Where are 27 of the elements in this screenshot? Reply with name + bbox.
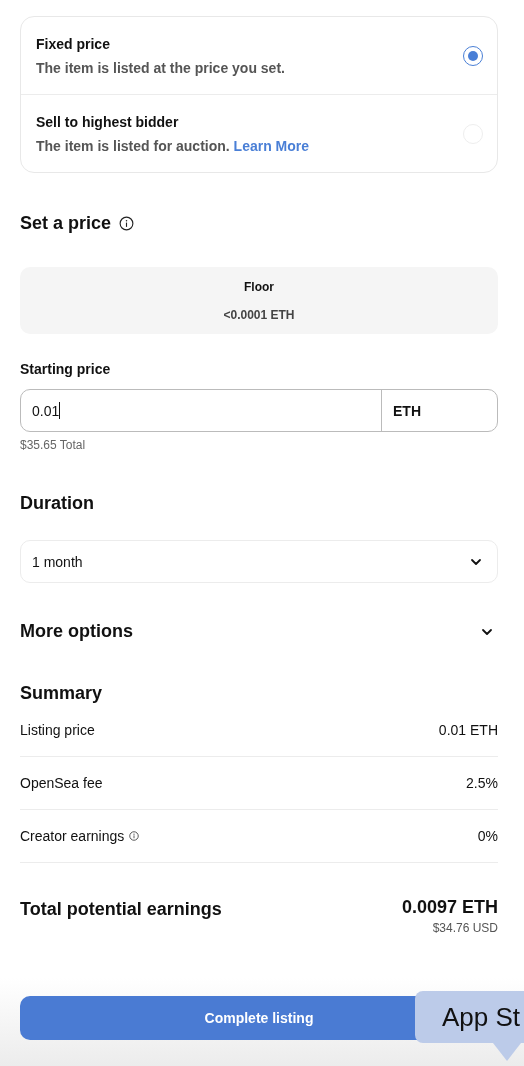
summary-value: 0% [477, 828, 498, 844]
option-description: The item is listed for auction. Learn More [36, 137, 310, 154]
more-options-toggle[interactable]: More options [20, 621, 498, 642]
tooltip-pointer [493, 1043, 521, 1061]
summary-value: 0.01 ETH [438, 722, 498, 738]
total-usd: $34.76 USD [432, 921, 498, 935]
section-heading: Set a price [20, 213, 112, 234]
price-total: $35.65 Total [20, 438, 86, 452]
summary-label: Creator earnings [20, 828, 125, 844]
total-value: 0.0097 ETH [401, 897, 498, 918]
info-icon[interactable] [119, 216, 135, 231]
floor-label: Floor [244, 279, 274, 294]
total-label: Total potential earnings [20, 899, 222, 920]
summary-label: OpenSea fee [20, 775, 103, 791]
section-heading: Summary [20, 683, 103, 704]
section-heading: Duration [20, 493, 94, 514]
summary-label: Listing price [20, 722, 95, 738]
learn-more-link[interactable]: Learn More [233, 137, 310, 154]
price-input-field[interactable]: 0.01 ETH [20, 389, 498, 432]
option-title: Sell to highest bidder [36, 113, 180, 130]
currency-selector[interactable]: ETH [381, 390, 497, 431]
option-description: The item is listed at the price you set. [36, 59, 285, 76]
summary-value: 2.5% [466, 775, 498, 791]
option-title: Fixed price [36, 35, 111, 52]
duration-dropdown[interactable]: 1 month [20, 540, 498, 583]
floor-value: <0.0001 ETH [223, 307, 295, 322]
field-label: Starting price [20, 361, 111, 377]
